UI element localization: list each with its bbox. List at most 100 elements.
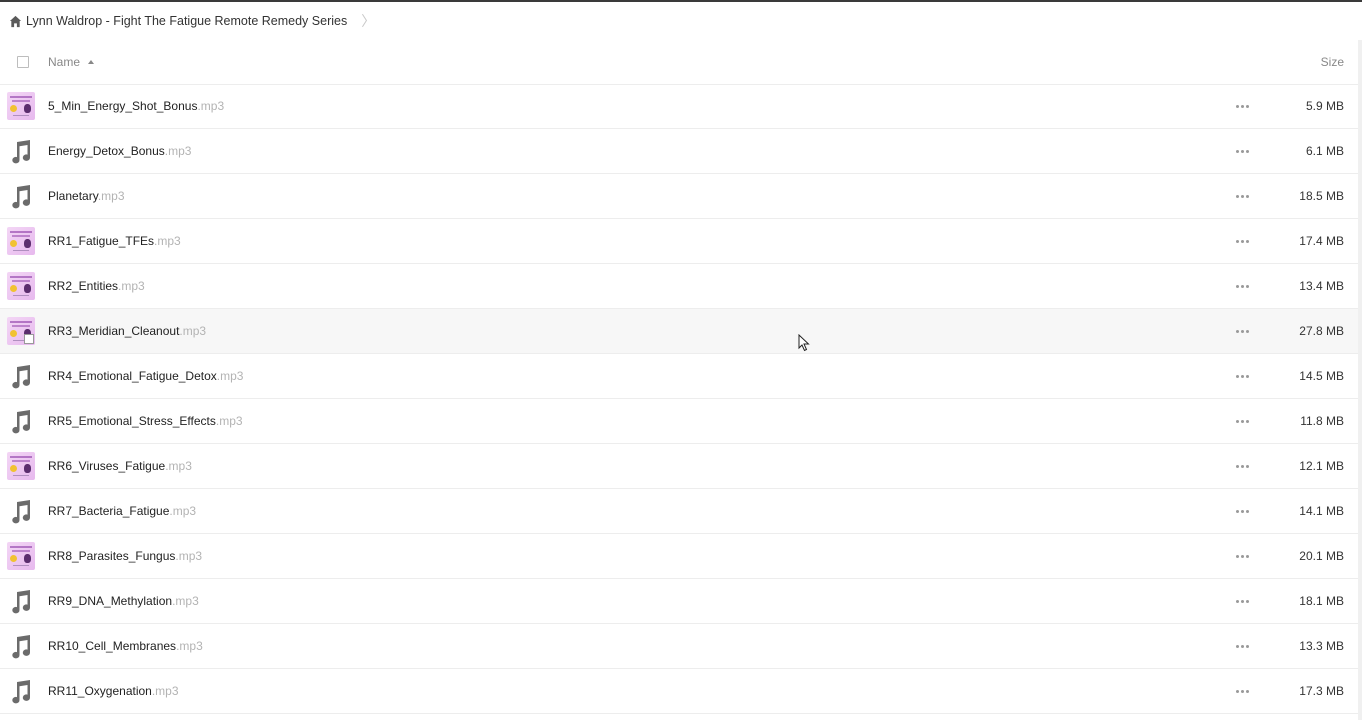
file-list: 5_Min_Energy_Shot_Bonus.mp3 5.9 MB Energy_…: [0, 84, 1358, 714]
file-extension: .mp3: [176, 639, 203, 653]
scrollbar[interactable]: [1358, 40, 1362, 720]
album-art-thumbnail: [7, 92, 35, 120]
name-column-label: Name: [48, 55, 81, 69]
file-row[interactable]: RR6_Viruses_Fatigue.mp3 12.1 MB: [0, 444, 1358, 489]
file-name-base: RR1_Fatigue_TFEs: [48, 234, 155, 248]
file-row[interactable]: RR4_Emotional_Fatigue_Detox.mp3 14.5 MB: [0, 354, 1358, 399]
more-options-icon[interactable]: [1236, 149, 1249, 153]
file-extension: .mp3: [164, 144, 192, 158]
file-row[interactable]: RR7_Bacteria_Fatigue.mp3 14.1 MB: [0, 489, 1358, 534]
file-name-base: 5_Min_Energy_Shot_Bonus: [48, 99, 198, 113]
select-all-checkbox[interactable]: [17, 56, 29, 68]
more-options-icon[interactable]: [1236, 464, 1249, 468]
more-options-icon[interactable]: [1236, 104, 1249, 108]
file-row[interactable]: Planetary.mp3 18.5 MB: [0, 174, 1358, 219]
file-size: 20.1 MB: [1299, 549, 1344, 563]
file-name-base: RR6_Viruses_Fatigue: [48, 459, 166, 473]
file-row[interactable]: Energy_Detox_Bonus.mp3 6.1 MB: [0, 129, 1358, 174]
file-row[interactable]: 5_Min_Energy_Shot_Bonus.mp3 5.9 MB: [0, 84, 1358, 129]
size-column-header[interactable]: Size: [1321, 55, 1344, 69]
more-options-icon[interactable]: [1236, 374, 1249, 378]
file-size: 18.5 MB: [1299, 189, 1344, 203]
file-extension: .mp3: [216, 369, 244, 383]
more-options-icon[interactable]: [1236, 644, 1249, 648]
more-options-icon[interactable]: [1236, 284, 1249, 288]
file-row[interactable]: RR8_Parasites_Fungus.mp3 20.1 MB: [0, 534, 1358, 579]
more-options-icon[interactable]: [1236, 509, 1249, 513]
file-extension: .mp3: [97, 189, 125, 203]
top-border: [0, 0, 1362, 2]
row-select-checkbox[interactable]: [24, 334, 34, 344]
file-name[interactable]: RR3_Meridian_Cleanout.mp3: [48, 324, 206, 338]
music-note-icon: [9, 634, 33, 660]
file-row[interactable]: RR2_Entities.mp3 13.4 MB: [0, 264, 1358, 309]
file-extension: .mp3: [165, 459, 192, 473]
file-row[interactable]: RR10_Cell_Membranes.mp3 13.3 MB: [0, 624, 1358, 669]
more-options-icon[interactable]: [1236, 689, 1249, 693]
file-name-base: RR3_Meridian_Cleanout: [48, 324, 180, 338]
file-name[interactable]: RR10_Cell_Membranes.mp3: [48, 639, 203, 653]
breadcrumb-separator-icon: 〉: [361, 13, 376, 29]
file-row[interactable]: RR11_Oxygenation.mp3 17.3 MB: [0, 669, 1358, 714]
file-name[interactable]: RR5_Emotional_Stress_Effects.mp3: [48, 414, 243, 428]
file-extension: .mp3: [154, 234, 181, 248]
file-extension: .mp3: [172, 594, 199, 608]
file-extension: .mp3: [175, 549, 203, 563]
file-name[interactable]: RR1_Fatigue_TFEs.mp3: [48, 234, 181, 248]
file-name[interactable]: RR9_DNA_Methylation.mp3: [48, 594, 199, 608]
file-extension: .mp3: [215, 414, 243, 428]
music-note-icon: [9, 499, 33, 525]
file-row[interactable]: RR9_DNA_Methylation.mp3 18.1 MB: [0, 579, 1358, 624]
more-options-icon[interactable]: [1236, 599, 1249, 603]
file-extension: .mp3: [118, 279, 145, 293]
file-name[interactable]: Energy_Detox_Bonus.mp3: [48, 144, 191, 158]
more-options-icon[interactable]: [1236, 239, 1249, 243]
file-name-base: RR5_Emotional_Stress_Effects: [48, 414, 216, 428]
breadcrumb: Lynn Waldrop - Fight The Fatigue Remote …: [9, 12, 375, 30]
file-size: 5.9 MB: [1305, 99, 1344, 113]
music-note-icon: [9, 139, 33, 165]
file-size: 17.3 MB: [1299, 684, 1344, 698]
more-options-icon[interactable]: [1236, 419, 1249, 423]
music-note-icon: [9, 364, 33, 390]
file-row[interactable]: RR5_Emotional_Stress_Effects.mp3 11.8 MB: [0, 399, 1358, 444]
file-name-base: RR4_Emotional_Fatigue_Detox: [48, 369, 217, 383]
music-note-icon: [9, 409, 33, 435]
album-art-thumbnail: [7, 227, 35, 255]
file-name[interactable]: RR7_Bacteria_Fatigue.mp3: [48, 504, 196, 518]
file-name-base: Energy_Detox_Bonus: [48, 144, 165, 158]
file-size: 12.1 MB: [1299, 459, 1344, 473]
file-size: 14.1 MB: [1299, 504, 1344, 518]
album-art-thumbnail: [7, 317, 35, 345]
list-header: Name Size: [0, 40, 1358, 85]
file-name-base: RR10_Cell_Membranes: [48, 639, 177, 653]
file-size: 13.4 MB: [1299, 279, 1344, 293]
music-note-icon: [9, 589, 33, 615]
file-extension: .mp3: [151, 684, 179, 698]
more-options-icon[interactable]: [1236, 554, 1249, 558]
name-column-header[interactable]: Name: [48, 55, 95, 69]
file-name-base: RR9_DNA_Methylation: [48, 594, 173, 608]
breadcrumb-folder[interactable]: Lynn Waldrop - Fight The Fatigue Remote …: [26, 14, 347, 28]
more-options-icon[interactable]: [1236, 329, 1249, 333]
file-name-base: RR7_Bacteria_Fatigue: [48, 504, 170, 518]
file-name[interactable]: Planetary.mp3: [48, 189, 125, 203]
file-name-base: RR11_Oxygenation: [48, 684, 152, 698]
more-options-icon[interactable]: [1236, 194, 1249, 198]
file-size: 14.5 MB: [1299, 369, 1344, 383]
album-art-thumbnail: [7, 542, 35, 570]
file-name-base: RR2_Entities: [48, 279, 119, 293]
file-row[interactable]: RR1_Fatigue_TFEs.mp3 17.4 MB: [0, 219, 1358, 264]
file-name[interactable]: RR6_Viruses_Fatigue.mp3: [48, 459, 192, 473]
file-row[interactable]: RR3_Meridian_Cleanout.mp3 27.8 MB: [0, 309, 1358, 354]
home-icon[interactable]: [9, 15, 22, 28]
file-extension: .mp3: [197, 99, 225, 113]
file-name[interactable]: RR4_Emotional_Fatigue_Detox.mp3: [48, 369, 243, 383]
file-name[interactable]: RR2_Entities.mp3: [48, 279, 145, 293]
file-name[interactable]: 5_Min_Energy_Shot_Bonus.mp3: [48, 99, 224, 113]
music-note-icon: [9, 679, 33, 705]
music-note-icon: [9, 184, 33, 210]
file-extension: .mp3: [179, 324, 207, 338]
file-name[interactable]: RR11_Oxygenation.mp3: [48, 684, 179, 698]
file-name[interactable]: RR8_Parasites_Fungus.mp3: [48, 549, 202, 563]
